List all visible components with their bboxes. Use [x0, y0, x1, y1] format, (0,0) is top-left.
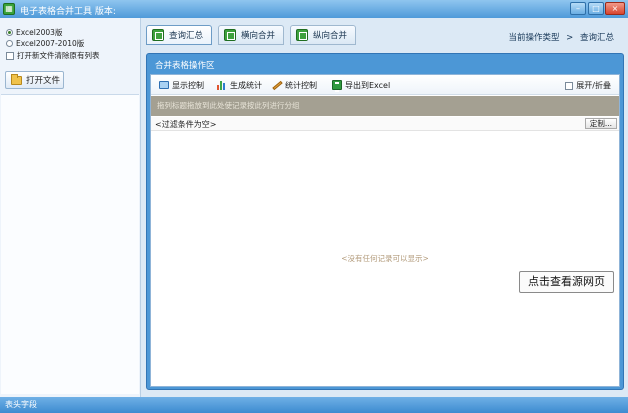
status-bar: 表头字段 — [0, 397, 628, 413]
open-file-label: 打开文件 — [26, 76, 61, 86]
radio-excel2007[interactable]: Excel2007-2010版 — [6, 38, 84, 49]
tool-label: 导出到Excel — [345, 80, 391, 90]
table-icon — [224, 29, 236, 41]
tab-label: 横向合并 — [241, 31, 276, 41]
tab-label: 查询汇总 — [169, 31, 204, 41]
excel-icon — [332, 80, 342, 92]
title-bar: ▦ 电子表格合并工具 版本: – □ × — [0, 0, 628, 18]
expand-label: 展开/折叠 — [576, 81, 611, 90]
table-icon — [296, 29, 308, 41]
close-button[interactable]: × — [605, 2, 625, 15]
radio-excel2003[interactable]: Excel2003版 — [6, 27, 62, 38]
pencil-icon — [272, 80, 283, 91]
breadcrumb-separator: > — [566, 33, 574, 43]
bar-chart-icon — [217, 80, 227, 90]
toolbar: 显示控制 生成统计 统计控制 导出到Excel 展开/折叠 — [151, 75, 619, 95]
tool-label: 显示控制 — [172, 80, 204, 90]
filter-row: <过滤条件为空> 定制... — [151, 117, 619, 131]
table-icon — [152, 29, 164, 41]
checkbox[interactable] — [6, 51, 14, 60]
generate-stats-button[interactable]: 生成统计 — [217, 79, 262, 91]
stats-control-button[interactable]: 统计控制 — [272, 79, 317, 91]
minimize-button[interactable]: – — [570, 2, 586, 15]
tab-horizontal-merge[interactable]: 横向合并 — [218, 25, 284, 45]
panel-content: 显示控制 生成统计 统计控制 导出到Excel 展开/折叠 拖列标题拖放到此处使… — [150, 74, 620, 387]
clear-list-checkbox[interactable]: 打开新文件清除原有列表 — [6, 50, 100, 61]
tool-label: 统计控制 — [285, 80, 317, 90]
customize-button[interactable]: 定制... — [584, 118, 617, 129]
window-title: 电子表格合并工具 版本: — [20, 7, 116, 17]
breadcrumb-prefix: 当前操作类型 — [508, 33, 560, 43]
tab-query-summary[interactable]: 查询汇总 — [146, 25, 212, 45]
monitor-icon — [159, 81, 169, 89]
folder-icon — [11, 73, 22, 85]
app-icon: ▦ — [3, 3, 15, 15]
checkbox-label: 打开新文件清除原有列表 — [17, 51, 100, 60]
export-excel-button[interactable]: 导出到Excel — [332, 79, 391, 92]
checkbox[interactable] — [565, 81, 574, 90]
panel-title: 合并表格操作区 — [155, 61, 215, 71]
file-list-area[interactable] — [1, 94, 139, 394]
empty-message: <没有任何记录可以显示> — [341, 254, 429, 263]
view-source-button[interactable]: 点击查看源网页 — [519, 271, 614, 293]
radio-label: Excel2003版 — [16, 28, 63, 37]
breadcrumb-current: 查询汇总 — [579, 33, 614, 43]
tab-label: 纵向合并 — [313, 31, 348, 41]
merge-panel: 合并表格操作区 显示控制 生成统计 统计控制 导出到Excel 展开/折叠 拖列… — [146, 53, 624, 390]
maximize-button[interactable]: □ — [588, 2, 604, 15]
filter-text: <过滤条件为空> — [155, 120, 217, 129]
display-control-button[interactable]: 显示控制 — [159, 79, 204, 91]
open-file-button[interactable]: 打开文件 — [5, 71, 64, 89]
group-by-area[interactable]: 拖列标题拖放到此处使记录按此列进行分组 — [151, 96, 619, 116]
radio-button[interactable] — [6, 40, 13, 47]
tool-label: 生成统计 — [230, 80, 262, 90]
left-panel: Excel2003版 Excel2007-2010版 打开新文件清除原有列表 打… — [0, 18, 141, 397]
breadcrumb: 当前操作类型 > 查询汇总 — [504, 31, 614, 43]
expand-collapse-checkbox[interactable]: 展开/折叠 — [565, 80, 611, 91]
radio-label: Excel2007-2010版 — [16, 39, 85, 48]
radio-button-selected[interactable] — [6, 29, 13, 36]
tab-vertical-merge[interactable]: 纵向合并 — [290, 25, 356, 45]
